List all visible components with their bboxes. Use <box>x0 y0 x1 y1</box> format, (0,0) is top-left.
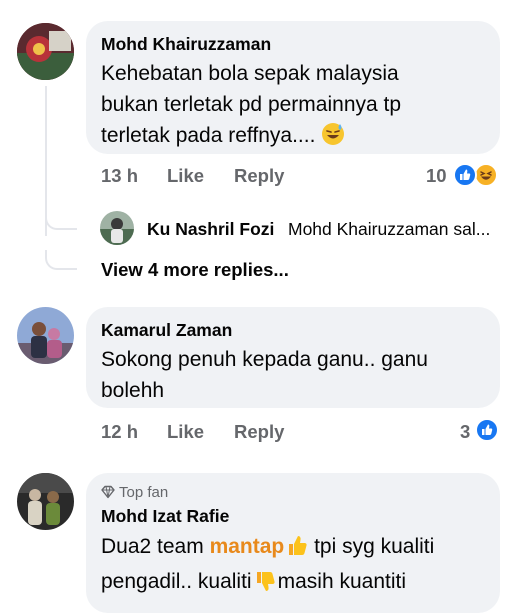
thumbs-down-emoji-icon <box>254 570 276 603</box>
thread-branch <box>45 206 77 230</box>
reaction-count[interactable]: 3 <box>460 421 470 443</box>
comment-text-part: Dua2 team <box>101 535 210 558</box>
comment-text: Dua2 team mantap tpi syg kualiti pengadi… <box>101 531 496 603</box>
top-fan-badge: Top fan <box>101 484 168 503</box>
top-fan-label: Top fan <box>119 484 169 501</box>
like-link[interactable]: Like <box>167 165 204 187</box>
avatar[interactable] <box>17 473 74 530</box>
thumbs-up-emoji-icon <box>286 533 308 566</box>
comment-text-part: masih kuantiti <box>277 570 406 593</box>
reply-author[interactable]: Ku Nashril Fozi <box>147 219 274 240</box>
view-more-replies-link[interactable]: View 4 more replies... <box>101 259 289 281</box>
comment-author[interactable]: Mohd Izat Rafie <box>101 506 229 527</box>
reply-link[interactable]: Reply <box>234 165 284 187</box>
comment-text: Sokong penuh kepada ganu.. ganu bolehh <box>101 348 428 402</box>
comment-bubble: Top fan Mohd Izat Rafie Dua2 team mantap… <box>86 473 500 613</box>
comment-author[interactable]: Mohd Khairuzzaman <box>101 34 271 55</box>
avatar[interactable] <box>17 307 74 364</box>
sweat-smile-emoji-icon <box>321 122 345 155</box>
comment-bubble: Mohd Khairuzzaman Kehebatan bola sepak m… <box>86 21 500 154</box>
comment-text-part: pengadil.. kualiti <box>101 570 252 593</box>
thread-branch <box>45 250 77 270</box>
haha-reaction-icon[interactable] <box>474 163 498 187</box>
reply-avatar[interactable] <box>100 211 134 245</box>
comment-text-content: Kehebatan bola sepak malaysia bukan terl… <box>101 62 402 147</box>
like-reaction-icon[interactable] <box>475 418 499 442</box>
avatar[interactable] <box>17 23 74 80</box>
reply-preview-text[interactable]: Mohd Khairuzzaman sal... <box>288 219 490 240</box>
comment-author[interactable]: Kamarul Zaman <box>101 320 232 341</box>
reply-link[interactable]: Reply <box>234 421 284 443</box>
like-link[interactable]: Like <box>167 421 204 443</box>
diamond-icon <box>101 485 115 503</box>
comment-text: Kehebatan bola sepak malaysia bukan terl… <box>101 58 421 155</box>
like-reaction-icon[interactable] <box>453 163 477 187</box>
reaction-count[interactable]: 10 <box>426 165 447 187</box>
comment-time[interactable]: 12 h <box>101 421 138 443</box>
highlighted-word: mantap <box>209 535 285 558</box>
comment-text-part: tpi syg kualiti <box>308 535 435 558</box>
comment-time[interactable]: 13 h <box>101 165 138 187</box>
comment-bubble: Kamarul Zaman Sokong penuh kepada ganu..… <box>86 307 500 408</box>
